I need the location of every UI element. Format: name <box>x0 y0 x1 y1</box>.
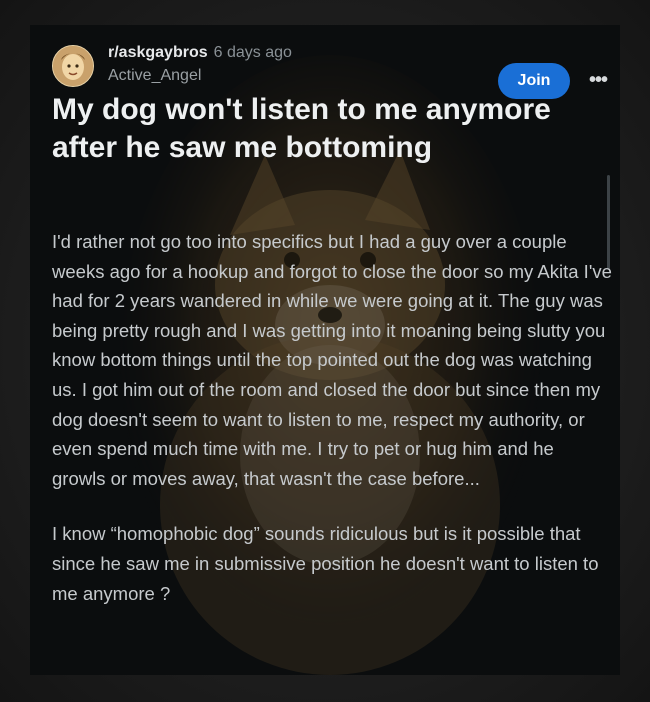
subreddit-line: r/askgaybros 6 days ago <box>108 44 292 62</box>
screenshot-frame: r/askgaybros 6 days ago Active_Angel Join… <box>0 0 650 702</box>
subreddit-avatar[interactable] <box>52 45 94 87</box>
more-options-icon[interactable]: ••• <box>582 65 614 95</box>
post-body: I'd rather not go too into specifics but… <box>52 227 612 608</box>
post-time: 6 days ago <box>213 44 292 61</box>
post-title: My dog won't listen to me anymore after … <box>52 93 551 164</box>
post-body-paragraph: I'd rather not go too into specifics but… <box>52 231 612 489</box>
post-body-paragraph: I know “homophobic dog” sounds ridiculou… <box>52 523 599 604</box>
post-header: r/askgaybros 6 days ago Active_Angel Join… <box>52 41 608 99</box>
subreddit-name[interactable]: r/askgaybros <box>108 44 208 61</box>
post-card: r/askgaybros 6 days ago Active_Angel Join… <box>30 25 620 675</box>
author-username[interactable]: Active_Angel <box>108 67 201 85</box>
avatar-face-icon <box>53 46 93 86</box>
